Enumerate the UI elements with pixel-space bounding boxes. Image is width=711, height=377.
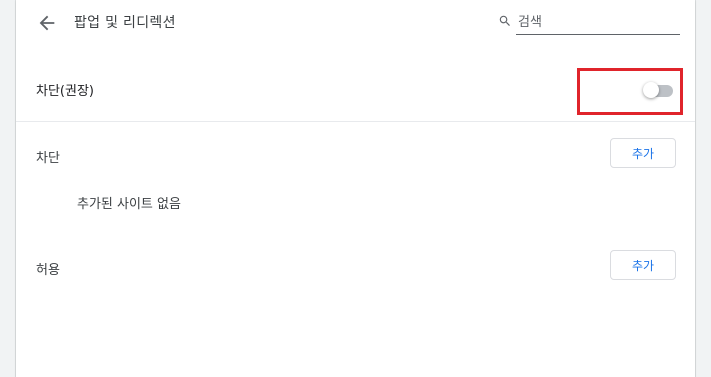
search-box — [498, 10, 680, 36]
search-input[interactable] — [516, 10, 680, 35]
back-button[interactable] — [36, 12, 58, 34]
page-title: 팝업 및 리디렉션 — [74, 15, 176, 31]
add-block-site-button[interactable]: 추가 — [610, 138, 676, 168]
block-empty-text: 추가된 사이트 없음 — [77, 197, 181, 212]
block-recommended-toggle[interactable] — [643, 82, 675, 98]
allow-section-label: 허용 — [36, 263, 60, 278]
arrow-back-icon — [39, 15, 55, 31]
toggle-knob — [643, 82, 659, 98]
divider — [16, 121, 695, 122]
block-section-label: 차단 — [36, 151, 60, 166]
block-recommended-label: 차단(권장) — [36, 84, 94, 99]
add-allow-site-button[interactable]: 추가 — [610, 250, 676, 280]
settings-card: 팝업 및 리디렉션 차단(권장) 차단 추가 추가된 사이트 없음 허용 추가 — [16, 0, 695, 377]
page-header: 팝업 및 리디렉션 — [16, 0, 695, 48]
search-icon — [499, 15, 510, 26]
